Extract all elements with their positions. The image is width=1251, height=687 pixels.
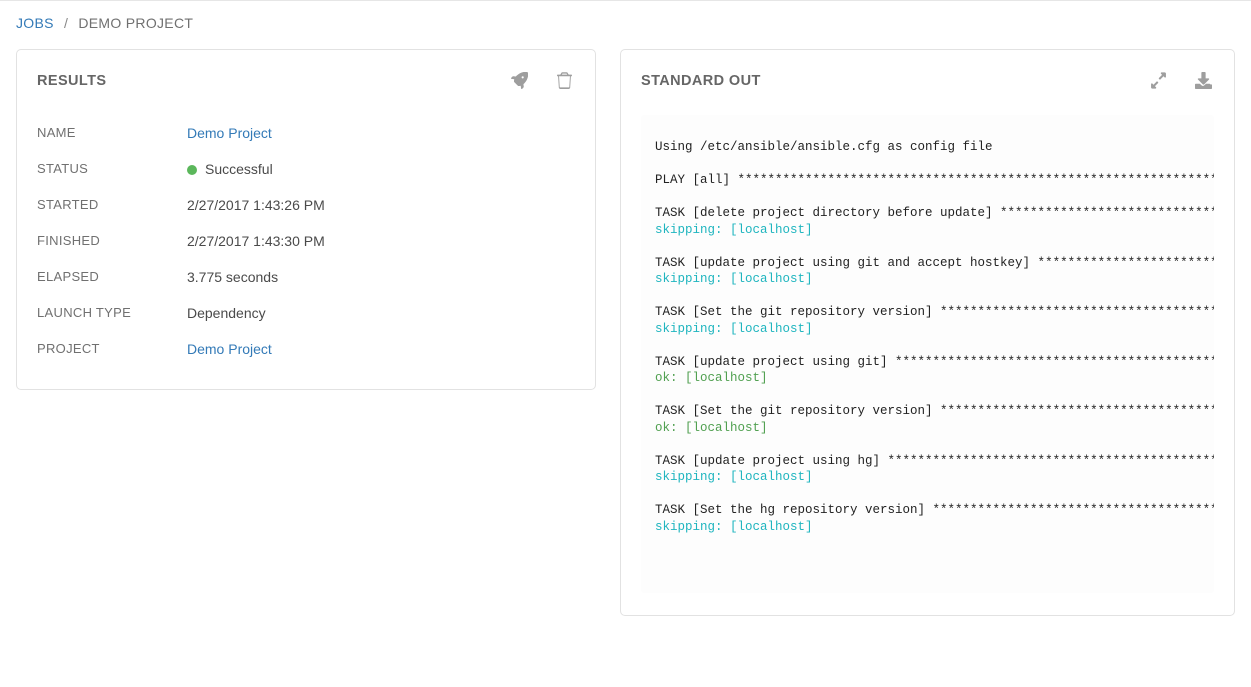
download-icon: [1195, 72, 1212, 89]
stdout-scroll-area[interactable]: Using /etc/ansible/ansible.cfg as config…: [641, 115, 1214, 593]
expand-icon: [1150, 72, 1167, 89]
delete-button[interactable]: [554, 70, 575, 91]
breadcrumb-root-link[interactable]: JOBS: [16, 15, 54, 31]
label-started: STARTED: [37, 197, 187, 213]
stdout-title: STANDARD OUT: [641, 73, 761, 89]
status-text: Successful: [205, 161, 273, 177]
value-project: Demo Project: [187, 341, 272, 357]
value-status: Successful: [187, 161, 273, 177]
results-title: RESULTS: [37, 73, 106, 89]
expand-button[interactable]: [1148, 70, 1169, 91]
label-elapsed: ELAPSED: [37, 269, 187, 285]
relaunch-button[interactable]: [509, 70, 530, 91]
results-table: NAME Demo Project STATUS Successful STAR…: [37, 115, 575, 367]
download-button[interactable]: [1193, 70, 1214, 91]
value-started: 2/27/2017 1:43:26 PM: [187, 197, 325, 213]
label-finished: FINISHED: [37, 233, 187, 249]
label-project: PROJECT: [37, 341, 187, 357]
breadcrumb: JOBS / DEMO PROJECT: [16, 15, 1235, 31]
label-launch-type: LAUNCH TYPE: [37, 305, 187, 321]
stdout-content: Using /etc/ansible/ansible.cfg as config…: [641, 115, 1214, 566]
value-launch-type: Dependency: [187, 305, 266, 321]
name-link[interactable]: Demo Project: [187, 125, 272, 141]
stdout-panel: STANDARD OUT Using /etc/ansible/a: [620, 49, 1235, 616]
rocket-icon: [511, 72, 528, 89]
results-panel: RESULTS NAME: [16, 49, 596, 390]
label-name: NAME: [37, 125, 187, 141]
value-finished: 2/27/2017 1:43:30 PM: [187, 233, 325, 249]
value-elapsed: 3.775 seconds: [187, 269, 278, 285]
value-name: Demo Project: [187, 125, 272, 141]
label-status: STATUS: [37, 161, 187, 177]
project-link[interactable]: Demo Project: [187, 341, 272, 357]
trash-icon: [556, 72, 573, 89]
breadcrumb-current: DEMO PROJECT: [78, 15, 193, 31]
status-dot-icon: [187, 165, 197, 175]
breadcrumb-separator: /: [64, 15, 68, 31]
